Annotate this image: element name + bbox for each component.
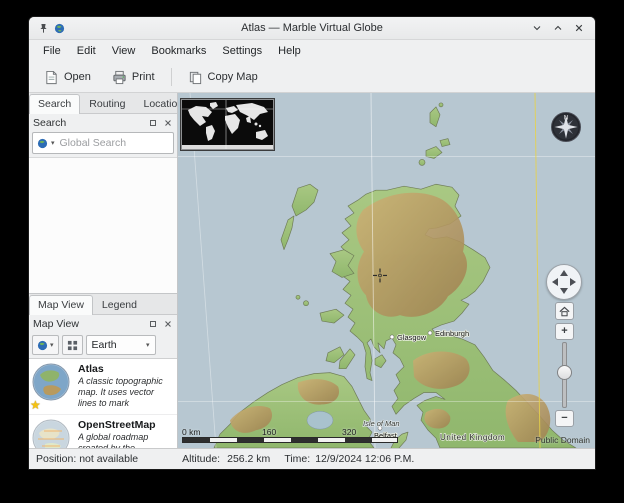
bottom-dock: Map View Legend Map View [29,293,177,448]
bottom-tabbar: Map View Legend [29,294,177,315]
sidebar: Search Routing Location Search [29,93,178,448]
search-provider-caret-icon[interactable]: ▾ [51,140,55,147]
menu-bookmarks[interactable]: Bookmarks [143,42,214,60]
maximize-button[interactable] [551,21,565,35]
app-icon [54,23,65,34]
altitude-value: 256.2 km [227,453,270,465]
menu-edit[interactable]: Edit [69,42,104,60]
view-mode-button[interactable] [62,335,83,355]
atlas-globe-thumbnail [32,363,70,401]
tab-map-view[interactable]: Map View [29,295,93,315]
theme-item-openstreetmap[interactable]: ★ OpenStreetMap A global roadmap created… [29,415,177,448]
tab-legend[interactable]: Legend [93,295,146,314]
map-theme-list: ★ Atlas A classic topographic map. It us… [29,358,177,448]
menubar: File Edit View Bookmarks Settings Help [29,40,595,62]
map-area: Glasgow Edinburgh Belfast Isle of Man Un… [178,93,595,448]
search-panel-title: Search [33,117,66,129]
altitude-label: Altitude: [182,453,220,465]
home-button[interactable] [555,302,574,320]
search-input[interactable] [58,136,169,150]
combo-caret-icon: ▾ [146,342,150,349]
open-label: Open [64,71,91,83]
overview-map[interactable] [181,99,274,150]
theme-description: A classic topographic map. It uses vecto… [78,376,174,410]
time-label: Time: [284,453,310,465]
glasgow-label: Glasgow [397,333,427,342]
celestial-body-value: Earth [92,339,117,351]
search-provider-globe-icon[interactable] [37,138,48,149]
search-field[interactable]: ▾ [32,132,174,154]
minimize-button[interactable] [530,21,544,35]
zoom-out-button[interactable]: − [555,410,574,427]
float-panel-icon[interactable] [147,318,158,329]
tab-search[interactable]: Search [29,94,80,114]
menu-view[interactable]: View [104,42,144,60]
titlebar[interactable]: Atlas — Marble Virtual Globe [29,17,595,40]
home-icon [558,305,571,318]
search-panel-header: Search [29,114,177,131]
theme-item-atlas[interactable]: ★ Atlas A classic topographic map. It us… [29,359,177,415]
pan-right-arrow-icon[interactable] [570,278,576,286]
print-label: Print [132,71,155,83]
scale-bar: 0 km 160 320 [182,427,398,443]
edinburgh-label: Edinburgh [435,329,469,338]
close-panel-icon[interactable] [162,117,173,128]
osm-globe-thumbnail [32,419,70,448]
glasgow-marker[interactable] [390,335,394,339]
pan-control[interactable] [546,264,582,300]
compass-rose[interactable]: N [550,110,582,142]
copy-map-label: Copy Map [208,71,258,83]
copy-icon [188,70,203,85]
search-results-list[interactable] [29,157,177,293]
close-panel-icon[interactable] [162,318,173,329]
menu-file[interactable]: File [35,42,69,60]
statusbar: Position: not available Altitude: 256.2 … [29,448,595,469]
theme-name: Atlas [78,363,174,375]
scale-mid-label: 160 [262,427,276,437]
scale-end-label: 320 [342,427,356,437]
pan-left-arrow-icon[interactable] [552,278,558,286]
position-status: Position: not available [36,453,138,465]
map-view-panel-header: Map View [29,315,177,332]
printer-icon [112,70,127,85]
tab-routing[interactable]: Routing [80,94,134,113]
zoom-in-button[interactable]: + [555,323,574,340]
edinburgh-marker[interactable] [428,331,432,335]
theme-description: A global roadmap created by the OpenStre… [78,432,174,448]
scale-ruler [182,437,398,443]
map-view-panel-title: Map View [33,318,79,330]
open-button[interactable]: Open [35,66,100,89]
celestial-body-select[interactable]: Earth ▾ [86,335,156,355]
pan-down-arrow-icon[interactable] [560,288,568,294]
map-attribution: Public Domain [535,435,590,445]
projection-caret-icon: ▾ [50,342,54,349]
time-value: 12/9/2024 12:06 P.M. [315,453,414,465]
app-window: Atlas — Marble Virtual Globe File Edit V… [29,17,595,469]
united-kingdom-label: United Kingdom [440,433,505,442]
close-button[interactable] [572,21,586,35]
projection-globe-icon [37,340,48,351]
scale-start-label: 0 km [182,427,200,437]
grid-view-icon [67,340,78,351]
open-document-icon [44,70,59,85]
pan-up-arrow-icon[interactable] [560,270,568,276]
copy-map-button[interactable]: Copy Map [179,66,267,89]
window-title: Atlas — Marble Virtual Globe [29,22,595,34]
toolbar-separator [171,68,172,86]
toolbar: Open Print Copy Map [29,62,595,93]
print-button[interactable]: Print [103,66,164,89]
map-view-controls: ▾ Earth ▾ [29,332,177,358]
favorite-star-icon: ★ [30,399,41,411]
zoom-slider-knob[interactable] [557,365,572,380]
projection-button[interactable]: ▾ [32,335,59,355]
compass-north-label: N [564,116,568,122]
pin-icon[interactable] [38,23,49,34]
theme-name: OpenStreetMap [78,419,174,431]
menu-help[interactable]: Help [270,42,309,60]
menu-settings[interactable]: Settings [214,42,270,60]
float-panel-icon[interactable] [147,117,158,128]
top-tabbar: Search Routing Location [29,93,177,114]
